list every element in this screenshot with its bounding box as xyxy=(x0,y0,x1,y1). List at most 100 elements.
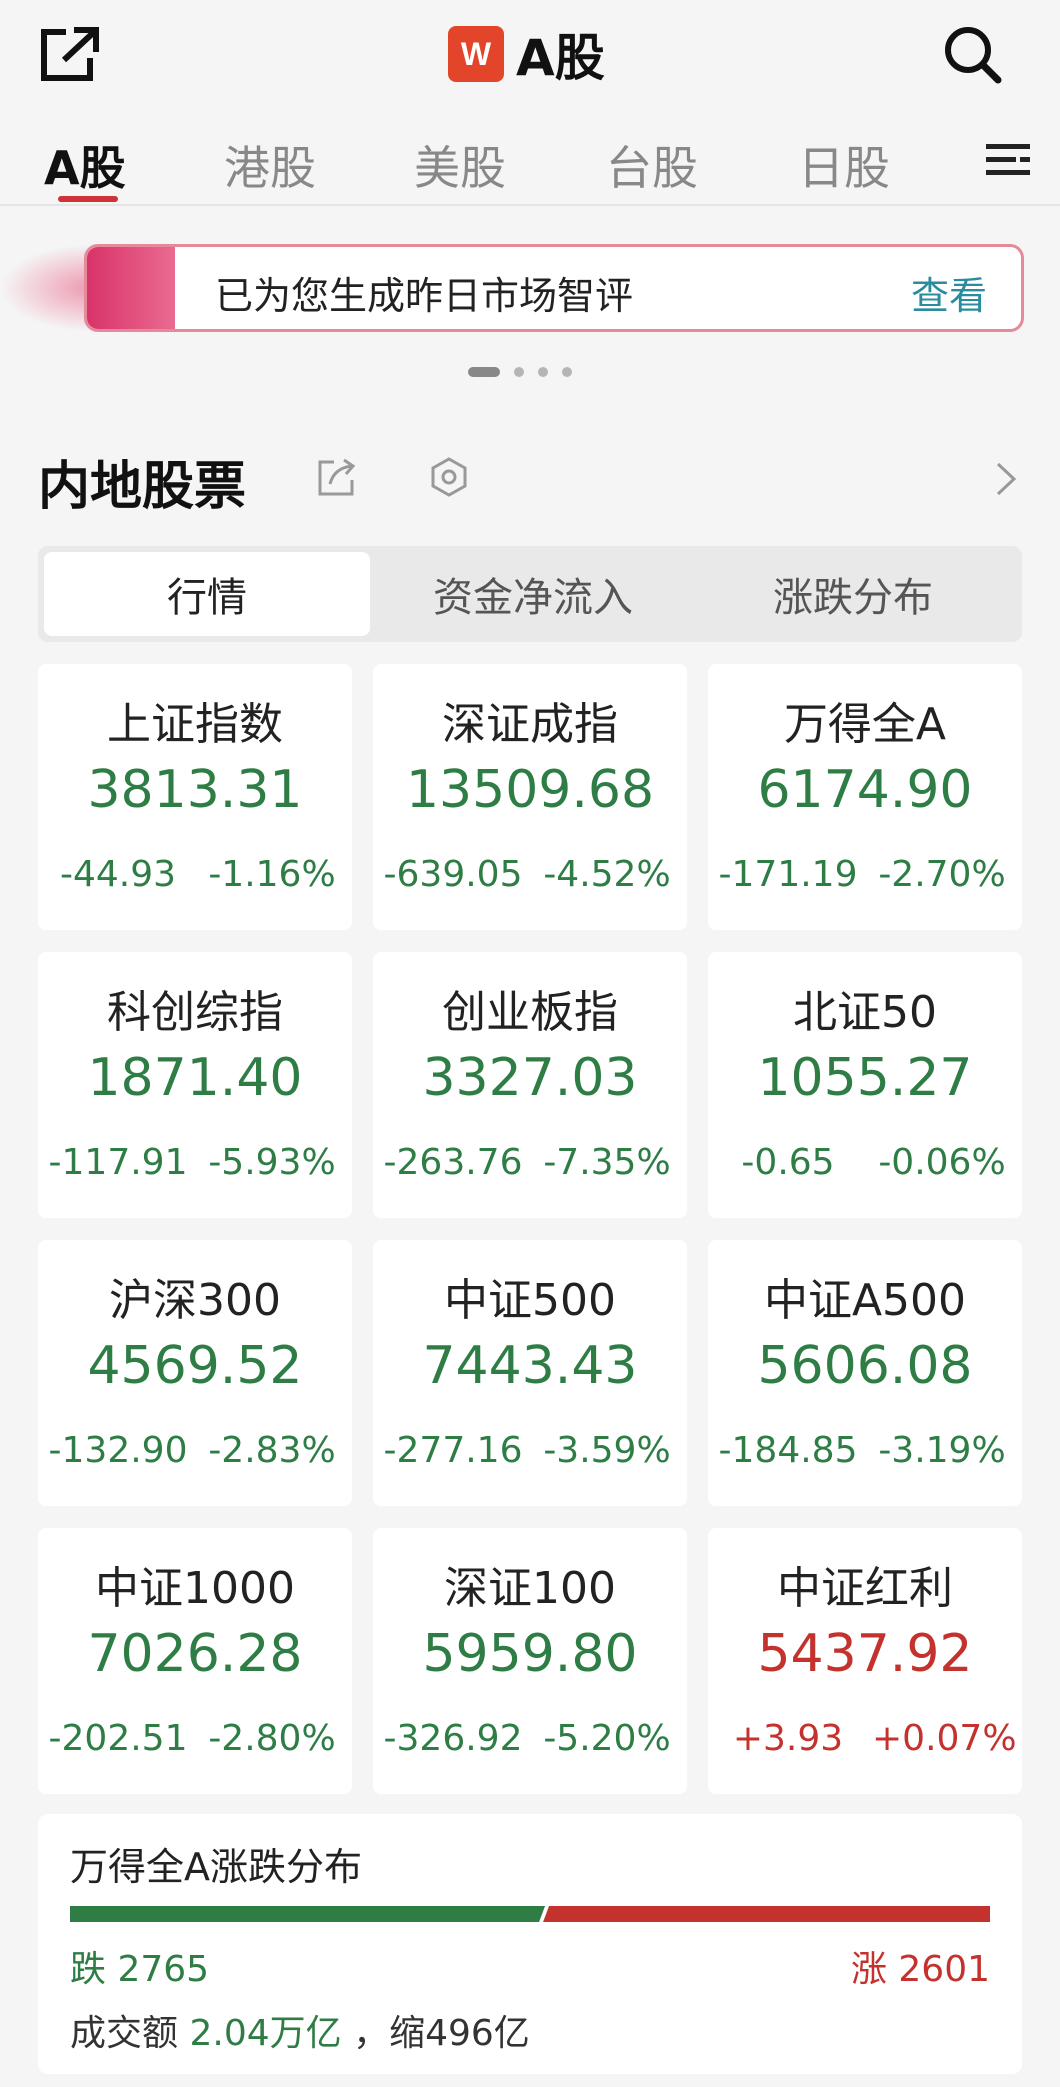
advance-count: 涨 2601 xyxy=(850,1949,990,1990)
index-name: 上证指数 xyxy=(107,699,283,750)
index-name: 深证100 xyxy=(444,1563,616,1614)
index-change: -44.93 xyxy=(59,854,177,895)
index-change-pct: -2.70% xyxy=(878,854,1006,895)
index-change-pct: -7.35% xyxy=(543,1142,671,1183)
index-card[interactable]: 科创综指 1871.40 -117.91 -5.93% xyxy=(38,952,352,1218)
index-value: 3327.03 xyxy=(422,1048,638,1108)
index-change: -171.19 xyxy=(718,854,858,895)
index-card[interactable]: 万得全A 6174.90 -171.19 -2.70% xyxy=(708,664,1022,930)
tab-a-share[interactable]: A股 xyxy=(44,132,126,198)
market-tab-bar: A股 港股 美股 台股 日股 xyxy=(0,110,1060,206)
index-change: -202.51 xyxy=(48,1718,188,1759)
index-card[interactable]: 北证50 1055.27 -0.65 -0.06% xyxy=(708,952,1022,1218)
index-change: -117.91 xyxy=(48,1142,188,1183)
settings-icon[interactable] xyxy=(428,456,470,498)
search-icon[interactable] xyxy=(940,22,1004,86)
index-value: 7026.28 xyxy=(87,1624,303,1684)
index-change: -132.90 xyxy=(48,1430,188,1471)
index-name: 中证红利 xyxy=(777,1563,953,1614)
segment-quotes[interactable]: 行情 xyxy=(44,552,370,636)
index-name: 中证A500 xyxy=(763,1275,967,1326)
index-change-pct: -4.52% xyxy=(543,854,671,895)
index-name: 万得全A xyxy=(783,699,947,750)
wind-logo: W xyxy=(448,26,504,82)
top-bar: W A股 xyxy=(0,0,1060,110)
index-change-pct: -3.19% xyxy=(878,1430,1006,1471)
index-name: 北证50 xyxy=(793,987,937,1038)
advance-decline-card[interactable]: 万得全A涨跌分布 跌 2765 涨 2601 成交额 2.04万亿 ，缩496亿 xyxy=(38,1814,1022,2074)
index-change: -263.76 xyxy=(383,1142,523,1183)
external-share-icon[interactable] xyxy=(38,26,102,84)
index-change-pct: -2.83% xyxy=(208,1430,336,1471)
section-title: 内地股票 xyxy=(38,457,247,517)
market-review-banner[interactable]: 已为您生成昨日市场智评 查看 xyxy=(84,244,1024,332)
index-change-pct: -5.93% xyxy=(208,1142,336,1183)
distribution-title: 万得全A涨跌分布 xyxy=(70,1845,362,1889)
index-change-pct: -2.80% xyxy=(208,1718,336,1759)
turnover-value: 2.04万亿 xyxy=(189,2013,342,2054)
index-card[interactable]: 中证1000 7026.28 -202.51 -2.80% xyxy=(38,1528,352,1794)
turnover-change: ，缩496亿 xyxy=(353,2013,530,2054)
app-title: W A股 xyxy=(448,22,605,87)
index-change: -639.05 xyxy=(383,854,523,895)
carousel-dot[interactable] xyxy=(514,367,524,377)
index-value: 6174.90 xyxy=(757,760,973,820)
index-value: 1871.40 xyxy=(87,1048,303,1108)
index-change-pct: -0.06% xyxy=(878,1142,1006,1183)
carousel-dot[interactable] xyxy=(562,367,572,377)
index-change: -184.85 xyxy=(718,1430,858,1471)
carousel-dots xyxy=(468,366,572,378)
active-tab-indicator xyxy=(58,196,118,202)
menu-icon[interactable] xyxy=(986,140,1030,180)
index-card[interactable]: 上证指数 3813.31 -44.93 -1.16% xyxy=(38,664,352,930)
index-change: -277.16 xyxy=(383,1430,523,1471)
tab-hk[interactable]: 港股 xyxy=(224,132,316,198)
carousel-dot[interactable] xyxy=(468,367,500,377)
index-card[interactable]: 中证红利 5437.92 +3.93 +0.07% xyxy=(708,1528,1022,1794)
index-value: 5606.08 xyxy=(757,1336,973,1396)
screen: W A股 A股 港股 美股 台股 日股 已为您生成昨日市场智评 查看 内地股票 xyxy=(0,0,1060,2087)
index-value: 7443.43 xyxy=(422,1336,638,1396)
carousel-dot[interactable] xyxy=(538,367,548,377)
index-value: 1055.27 xyxy=(757,1048,973,1108)
index-name: 中证500 xyxy=(444,1275,616,1326)
share-icon[interactable] xyxy=(316,456,358,498)
index-value: 3813.31 xyxy=(87,760,303,820)
index-name: 科创综指 xyxy=(107,987,283,1038)
segment-distribution[interactable]: 涨跌分布 xyxy=(690,552,1016,636)
index-card[interactable]: 中证500 7443.43 -277.16 -3.59% xyxy=(373,1240,687,1506)
page-title: A股 xyxy=(516,29,605,87)
index-name: 深证成指 xyxy=(442,699,618,750)
index-change-pct: -3.59% xyxy=(543,1430,671,1471)
index-value: 5437.92 xyxy=(757,1624,973,1684)
index-name: 中证1000 xyxy=(95,1563,295,1614)
tab-us[interactable]: 美股 xyxy=(414,132,506,198)
banner-flare xyxy=(0,244,92,332)
index-value: 4569.52 xyxy=(87,1336,303,1396)
index-card[interactable]: 创业板指 3327.03 -263.76 -7.35% xyxy=(373,952,687,1218)
banner-text: 已为您生成昨日市场智评 xyxy=(215,274,634,318)
turnover-summary: 成交额 2.04万亿 ，缩496亿 xyxy=(70,2004,530,2056)
view-link[interactable]: 查看 xyxy=(911,265,987,320)
index-change-pct: -5.20% xyxy=(543,1718,671,1759)
banner-accent xyxy=(87,247,175,329)
tab-jp[interactable]: 日股 xyxy=(798,132,890,198)
index-card[interactable]: 沪深300 4569.52 -132.90 -2.83% xyxy=(38,1240,352,1506)
segment-control: 行情 资金净流入 涨跌分布 xyxy=(38,546,1022,642)
decline-segment xyxy=(70,1906,546,1922)
index-change: -326.92 xyxy=(383,1718,523,1759)
index-name: 创业板指 xyxy=(442,987,618,1038)
index-name: 沪深300 xyxy=(109,1275,281,1326)
tab-tw[interactable]: 台股 xyxy=(606,132,698,198)
advance-segment xyxy=(543,1906,990,1922)
chevron-right-icon[interactable] xyxy=(990,458,1020,500)
advance-decline-bar xyxy=(70,1906,990,1922)
index-card[interactable]: 深证100 5959.80 -326.92 -5.20% xyxy=(373,1528,687,1794)
index-change-pct: -1.16% xyxy=(208,854,336,895)
index-card[interactable]: 中证A500 5606.08 -184.85 -3.19% xyxy=(708,1240,1022,1506)
segment-net-inflow[interactable]: 资金净流入 xyxy=(370,552,696,636)
index-card[interactable]: 深证成指 13509.68 -639.05 -4.52% xyxy=(373,664,687,930)
index-change: -0.65 xyxy=(741,1142,835,1183)
index-value: 13509.68 xyxy=(405,760,655,820)
turnover-label: 成交额 xyxy=(70,2013,179,2054)
